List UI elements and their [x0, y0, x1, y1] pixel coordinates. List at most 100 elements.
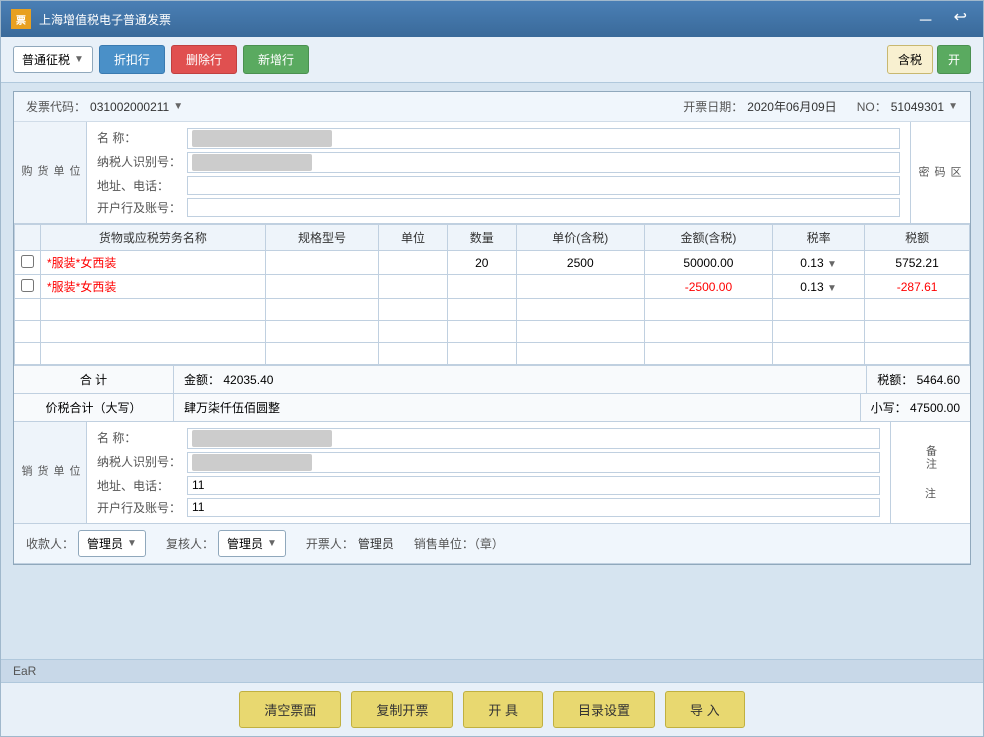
row5-unit-price[interactable] — [516, 343, 644, 365]
invoice-code-arrow[interactable]: ▼ — [173, 101, 183, 112]
sales-unit-label: 销售单位：（章） — [414, 535, 504, 552]
buyer-address-input[interactable] — [187, 176, 900, 195]
seller-bank-input[interactable]: 11 — [187, 498, 880, 517]
remarks-area: 备注 注 — [890, 422, 970, 523]
row2-tax-amount[interactable]: -287.61 — [865, 275, 970, 299]
table-row — [15, 343, 970, 365]
row3-unit-price[interactable] — [516, 299, 644, 321]
payee-arrow: ▼ — [127, 538, 137, 549]
row5-spec[interactable] — [265, 343, 378, 365]
row1-tax-rate[interactable]: 0.13 ▼ — [773, 251, 865, 275]
import-button[interactable]: 导 入 — [665, 691, 745, 728]
header-unit: 单位 — [379, 225, 448, 251]
invoice-code-value: 031002000211 — [90, 100, 169, 114]
payee-select[interactable]: 管理员 ▼ — [78, 530, 146, 557]
header-tax-rate: 税率 — [773, 225, 865, 251]
row4-unit-price[interactable] — [516, 321, 644, 343]
row3-checkbox[interactable] — [15, 299, 41, 321]
row3-tax-rate[interactable] — [773, 299, 865, 321]
row2-amount[interactable]: -2500.00 — [644, 275, 772, 299]
open-button[interactable]: 开 — [937, 45, 971, 74]
small-label: 小写： — [871, 401, 907, 415]
row4-unit[interactable] — [379, 321, 448, 343]
copy-button[interactable]: 复制开票 — [351, 691, 453, 728]
add-row-button[interactable]: 新增行 — [243, 45, 309, 74]
row2-checkbox[interactable] — [15, 275, 41, 299]
header-unit-price: 单价(含税) — [516, 225, 644, 251]
toolbar-left: 普通征税 ▼ 折扣行 删除行 新增行 — [13, 45, 309, 74]
tax-include-button[interactable]: 含税 — [887, 45, 933, 74]
row3-tax-amount[interactable] — [865, 299, 970, 321]
seller-taxid-input[interactable]: 税号 — [187, 452, 880, 473]
row4-amount[interactable] — [644, 321, 772, 343]
row1-tax-amount[interactable]: 5752.21 — [865, 251, 970, 275]
delete-row-button[interactable]: 删除行 — [171, 45, 237, 74]
small-value: 47500.00 — [910, 401, 960, 415]
seller-name-label: 名 称： — [97, 428, 181, 449]
invoice-date-label: 开票日期： — [683, 98, 743, 115]
reviewer-select[interactable]: 管理员 ▼ — [218, 530, 286, 557]
row2-check-input[interactable] — [21, 279, 34, 292]
tax-type-select[interactable]: 普通征税 ▼ — [13, 46, 93, 73]
secret-area: 密码区 — [910, 122, 970, 223]
header-spec: 规格型号 — [265, 225, 378, 251]
row1-spec[interactable] — [265, 251, 378, 275]
row1-name[interactable]: *服装*女西装 — [41, 251, 266, 275]
row5-unit[interactable] — [379, 343, 448, 365]
capital-row: 价税合计（大写） 肆万柒仟伍佰圆整 小写： 47500.00 — [14, 394, 970, 422]
row5-name[interactable] — [41, 343, 266, 365]
row4-checkbox[interactable] — [15, 321, 41, 343]
buyer-section: 购货单位 名 称： 上海某某公司 纳税人识别号： 税号 地址、电话： 开户行及账… — [14, 122, 970, 224]
row4-tax-amount[interactable] — [865, 321, 970, 343]
row4-qty[interactable] — [447, 321, 516, 343]
footer-row: 收款人： 管理员 ▼ 复核人： 管理员 ▼ 开票人： 管理员 — [14, 524, 970, 564]
catalog-button[interactable]: 目录设置 — [553, 691, 655, 728]
tax-type-label: 普通征税 — [22, 51, 70, 68]
row2-name[interactable]: *服装*女西装 — [41, 275, 266, 299]
buyer-taxid-input[interactable]: 税号 — [187, 152, 900, 173]
total-tax-value: 5464.60 — [917, 373, 960, 387]
seller-address-input[interactable]: 11 — [187, 476, 880, 495]
row5-tax-amount[interactable] — [865, 343, 970, 365]
seller-address-label: 地址、电话： — [97, 476, 181, 495]
minimize-button[interactable]: － — [912, 5, 940, 33]
table-row — [15, 321, 970, 343]
clear-button[interactable]: 清空票面 — [239, 691, 341, 728]
row3-qty[interactable] — [447, 299, 516, 321]
row1-qty[interactable]: 20 — [447, 251, 516, 275]
invoice-no-arrow[interactable]: ▼ — [948, 101, 958, 112]
row5-amount[interactable] — [644, 343, 772, 365]
row3-spec[interactable] — [265, 299, 378, 321]
row2-tax-rate[interactable]: 0.13 ▼ — [773, 275, 865, 299]
row4-tax-rate[interactable] — [773, 321, 865, 343]
title-bar-controls: － ↩ — [912, 5, 973, 33]
small-amount: 小写： 47500.00 — [861, 394, 970, 421]
row4-spec[interactable] — [265, 321, 378, 343]
row1-unit-price[interactable]: 2500 — [516, 251, 644, 275]
seller-name-input[interactable]: 销售公司名称 — [187, 428, 880, 449]
issuer-group: 开票人： 管理员 — [306, 535, 394, 552]
row5-tax-rate[interactable] — [773, 343, 865, 365]
row2-unit[interactable] — [379, 275, 448, 299]
row2-qty[interactable] — [447, 275, 516, 299]
discount-row-button[interactable]: 折扣行 — [99, 45, 165, 74]
open-ticket-button[interactable]: 开 具 — [463, 691, 543, 728]
reviewer-value: 管理员 — [227, 535, 263, 552]
row2-unit-price[interactable] — [516, 275, 644, 299]
row5-qty[interactable] — [447, 343, 516, 365]
capital-value: 肆万柒仟伍佰圆整 — [174, 394, 861, 421]
row1-amount[interactable]: 50000.00 — [644, 251, 772, 275]
row3-amount[interactable] — [644, 299, 772, 321]
row2-name-text: *服装*女西装 — [47, 280, 116, 294]
row3-name[interactable] — [41, 299, 266, 321]
row1-checkbox[interactable] — [15, 251, 41, 275]
row2-spec[interactable] — [265, 275, 378, 299]
restore-button[interactable]: ↩ — [948, 5, 973, 33]
buyer-name-input[interactable]: 上海某某公司 — [187, 128, 900, 149]
row4-name[interactable] — [41, 321, 266, 343]
row1-unit[interactable] — [379, 251, 448, 275]
row5-checkbox[interactable] — [15, 343, 41, 365]
row1-check-input[interactable] — [21, 255, 34, 268]
row3-unit[interactable] — [379, 299, 448, 321]
buyer-bank-input[interactable] — [187, 198, 900, 217]
